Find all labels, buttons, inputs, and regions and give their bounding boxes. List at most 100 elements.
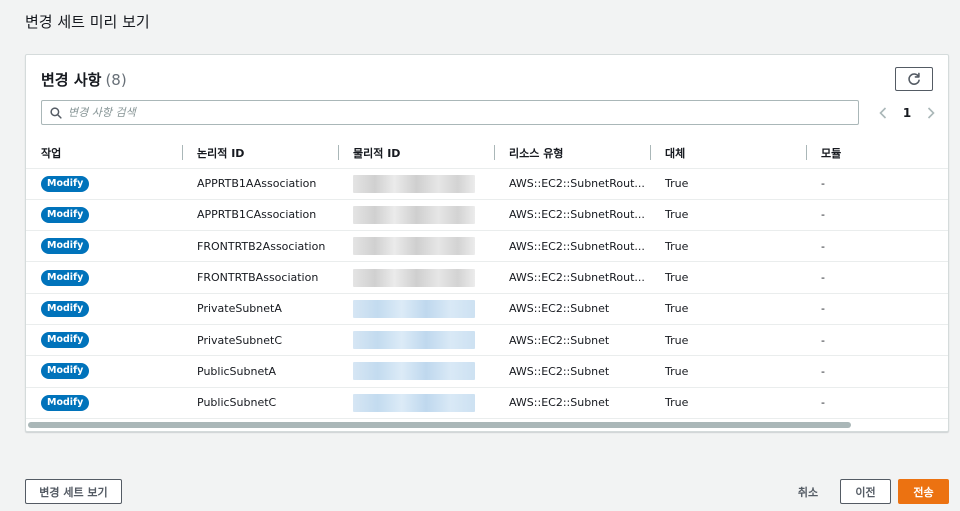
resource-type-cell: AWS::EC2::Subnet [494,387,650,419]
resource-type-cell: AWS::EC2::Subnet [494,324,650,357]
redacted-physical-id [353,299,475,318]
module-cell: - [806,293,948,325]
physical-id-cell [338,355,494,388]
replacement-cell: True [650,387,806,419]
changes-panel: 변경 사항(8) 1 작업 논리적 ID [25,54,949,432]
column-header-logical-id[interactable]: 논리적 ID [182,138,338,169]
changes-count: (8) [105,71,127,89]
replacement-cell: True [650,261,806,294]
column-header-module[interactable]: 모듈 [806,138,948,169]
action-badge: Modify [41,394,90,411]
replacement-cell: True [650,293,806,325]
replacement-cell: True [650,230,806,263]
module-cell: - [806,387,948,419]
column-header-replacement[interactable]: 대체 [650,138,806,169]
panel-header: 변경 사항 (8) [41,69,127,90]
previous-button[interactable]: 이전 [840,479,891,504]
chevron-right-icon [927,107,935,119]
logical-id-cell: PublicSubnetA [182,355,338,388]
action-cell: Modify [26,387,182,419]
action-badge: Modify [41,332,90,349]
table-row: Modify APPRTB1CAssociation AWS::EC2::Subne… [26,199,948,232]
physical-id-cell [338,387,494,419]
physical-id-cell [338,293,494,325]
action-cell: Modify [26,261,182,294]
module-cell: - [806,355,948,388]
redacted-physical-id [353,331,475,350]
resource-type-cell: AWS::EC2::Subnet [494,293,650,325]
horizontal-scrollbar[interactable] [28,422,946,428]
physical-id-cell [338,199,494,232]
replacement-cell: True [650,199,806,232]
physical-id-cell [338,261,494,294]
action-cell: Modify [26,199,182,232]
column-header-action[interactable]: 작업 [26,138,182,169]
replacement-cell: True [650,168,806,200]
action-cell: Modify [26,230,182,263]
table-row: Modify PublicSubnetC AWS::EC2::Subnet True - [26,387,948,419]
action-badge: Modify [41,363,90,380]
column-header-physical-id[interactable]: 물리적 ID [338,138,494,169]
action-badge: Modify [41,238,90,255]
redacted-physical-id [353,237,475,256]
redacted-physical-id [353,174,475,193]
table-row: Modify FRONTRTB2Association AWS::EC2::Subn… [26,230,948,263]
module-cell: - [806,261,948,294]
replacement-cell: True [650,324,806,357]
next-page-button[interactable] [924,103,938,123]
redacted-physical-id [353,205,475,224]
refresh-icon [908,72,920,85]
page-title: 변경 세트 미리 보기 [25,13,150,31]
replacement-cell: True [650,355,806,388]
logical-id-cell: PrivateSubnetC [182,324,338,357]
module-cell: - [806,199,948,232]
changes-table: 작업 논리적 ID 물리적 ID 리소스 유형 대체 모듈 Modify APPR… [26,138,948,419]
logical-id-cell: APPRTB1CAssociation [182,199,338,232]
action-cell: Modify [26,324,182,357]
resource-type-cell: AWS::EC2::SubnetRout... [494,261,650,294]
action-cell: Modify [26,168,182,200]
action-badge: Modify [41,175,90,192]
redacted-physical-id [353,362,475,381]
physical-id-cell [338,324,494,357]
redacted-physical-id [353,393,475,412]
logical-id-cell: APPRTB1AAssociation [182,168,338,200]
previous-page-button[interactable] [876,103,890,123]
pagination: 1 [876,102,938,124]
module-cell: - [806,230,948,263]
resource-type-cell: AWS::EC2::SubnetRout... [494,168,650,200]
resource-type-cell: AWS::EC2::SubnetRout... [494,199,650,232]
logical-id-cell: PrivateSubnetA [182,293,338,325]
action-badge: Modify [41,206,90,223]
search-input[interactable] [68,101,858,124]
refresh-button[interactable] [895,67,933,91]
action-cell: Modify [26,355,182,388]
redacted-physical-id [353,268,475,287]
module-cell: - [806,324,948,357]
submit-button[interactable]: 전송 [898,479,949,504]
chevron-left-icon [879,107,887,119]
physical-id-cell [338,168,494,200]
scrollbar-thumb[interactable] [28,422,851,428]
page-number[interactable]: 1 [900,106,914,120]
module-cell: - [806,168,948,200]
table-header-row: 작업 논리적 ID 물리적 ID 리소스 유형 대체 모듈 [26,138,948,169]
action-badge: Modify [41,300,90,317]
logical-id-cell: FRONTRTBAssociation [182,261,338,294]
resource-type-cell: AWS::EC2::Subnet [494,355,650,388]
physical-id-cell [338,230,494,263]
resource-type-cell: AWS::EC2::SubnetRout... [494,230,650,263]
column-header-resource-type[interactable]: 리소스 유형 [494,138,650,169]
view-changeset-button[interactable]: 변경 세트 보기 [25,479,122,504]
table-row: Modify PrivateSubnetC AWS::EC2::Subnet True… [26,324,948,357]
table-row: Modify APPRTB1AAssociation AWS::EC2::Subne… [26,168,948,200]
search-icon [50,106,62,119]
logical-id-cell: FRONTRTB2Association [182,230,338,263]
action-badge: Modify [41,269,90,286]
logical-id-cell: PublicSubnetC [182,387,338,419]
search-field[interactable] [41,100,859,125]
cancel-button[interactable]: 취소 [788,479,828,504]
table-row: Modify PrivateSubnetA AWS::EC2::Subnet True… [26,293,948,325]
table-row: Modify PublicSubnetA AWS::EC2::Subnet True - [26,355,948,388]
action-cell: Modify [26,293,182,325]
